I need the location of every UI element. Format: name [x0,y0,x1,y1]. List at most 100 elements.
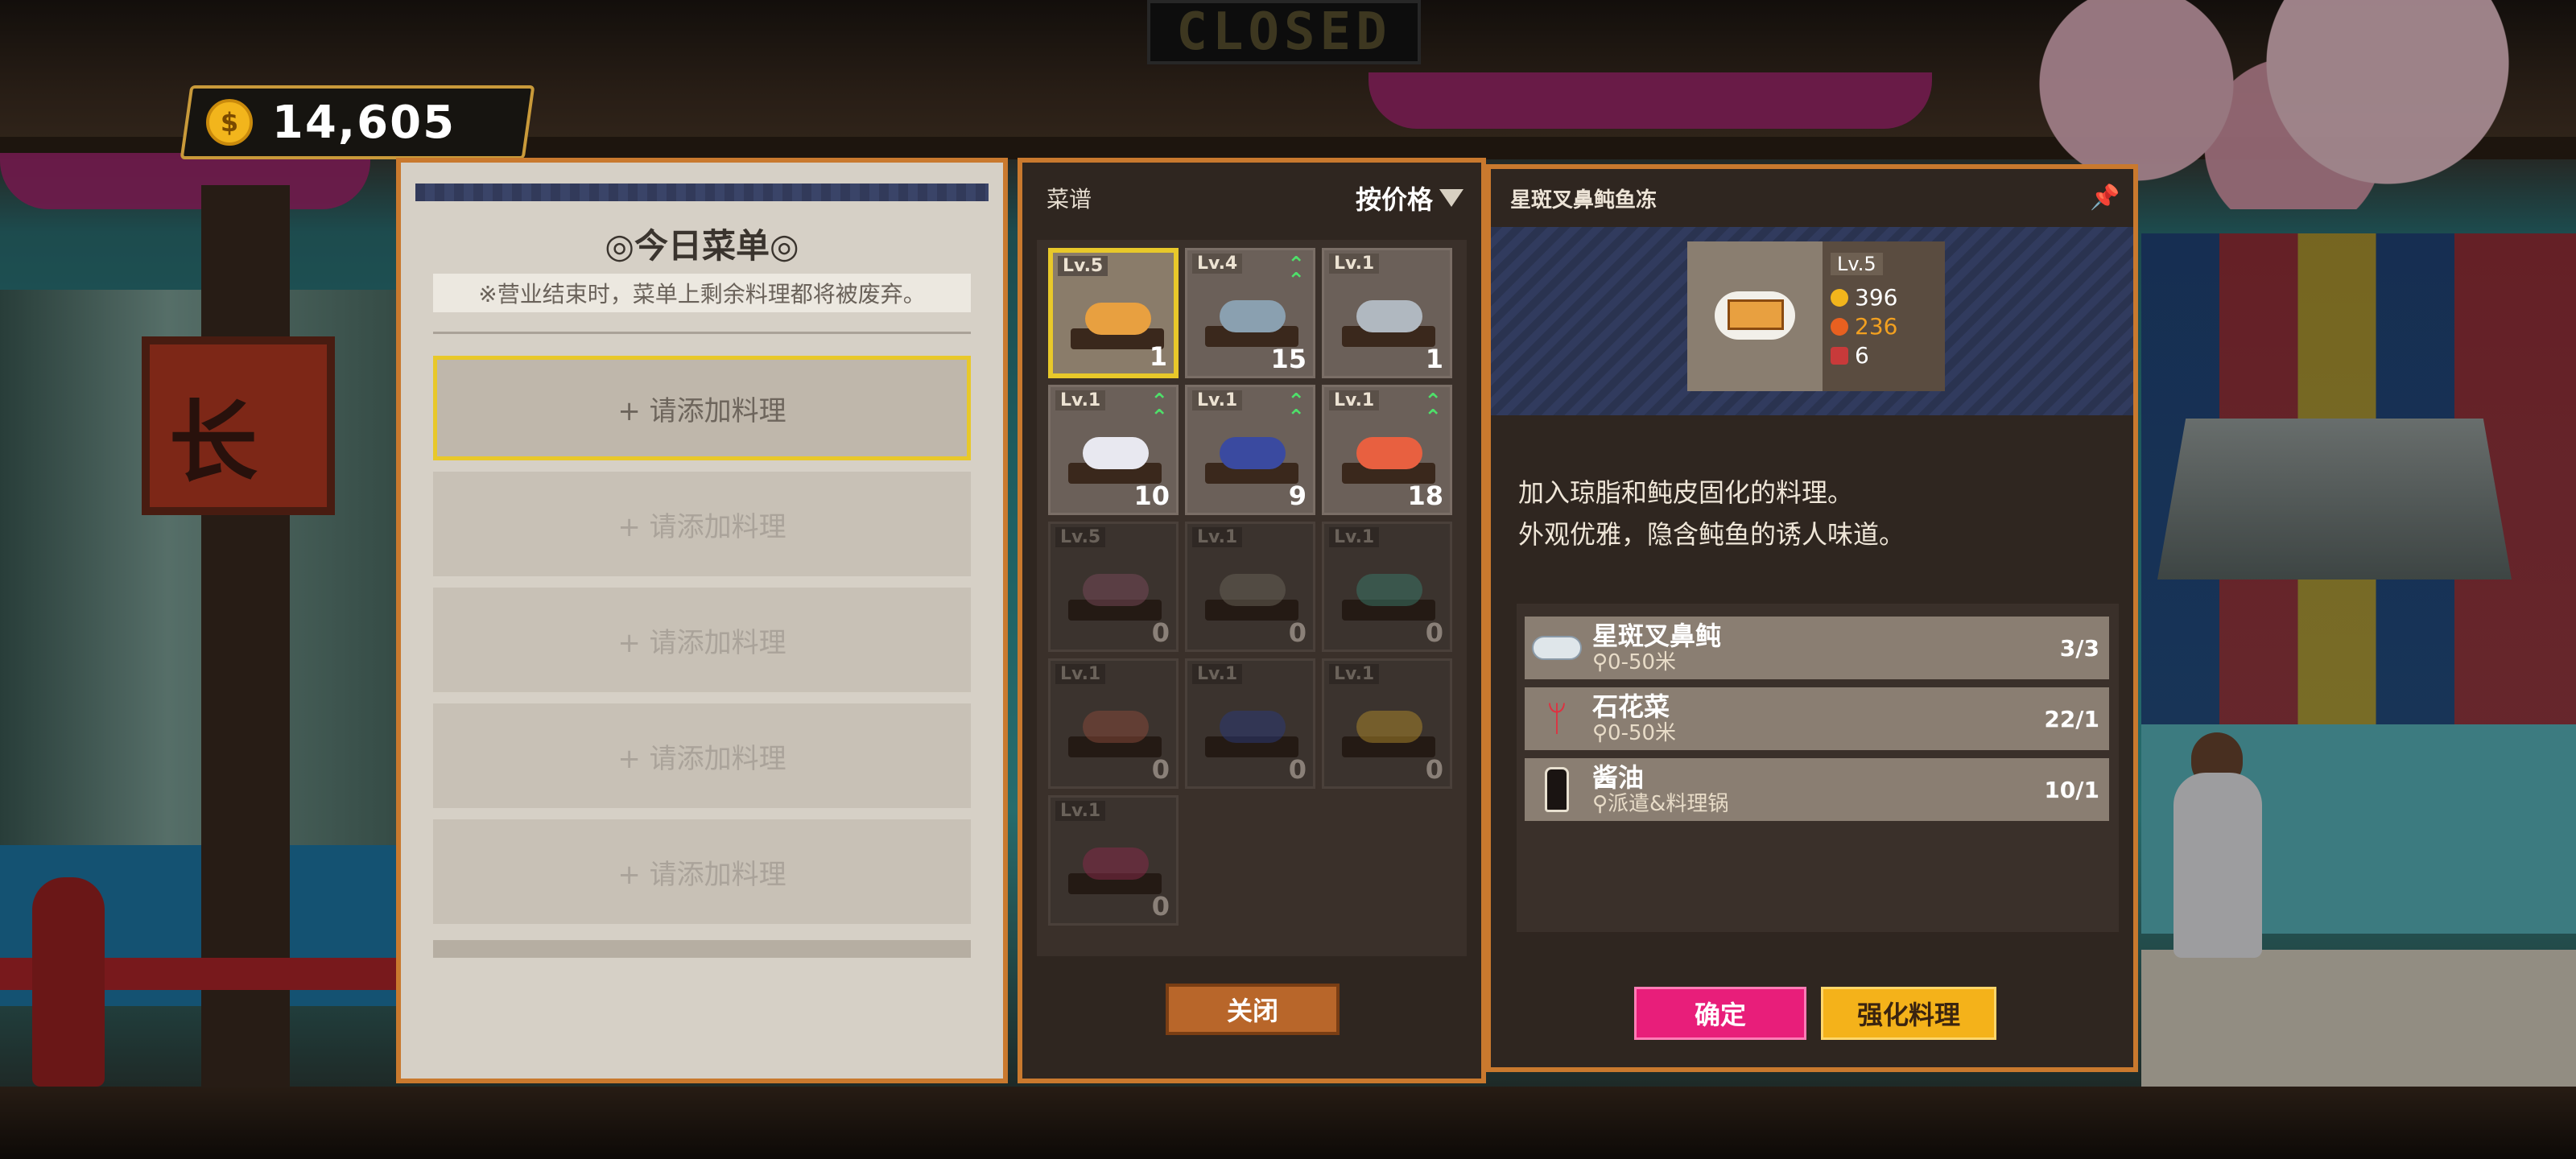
dish-jelly-icon [1728,299,1784,330]
close-button[interactable]: 关闭 [1166,984,1340,1035]
dish-card: Lv.5 396 236 6 [1687,241,1945,391]
recipe-level: Lv.1 [1192,390,1243,410]
recipe-level: Lv.1 [1055,801,1106,821]
ingredient-list: 星斑叉鼻鲀 ⚲0-50米 3/3 ᛘ 石花菜 ⚲0-50米 22/1 酱油 ⚲派… [1517,604,2119,932]
detail-banner: Lv.5 396 236 6 [1491,227,2133,415]
dish-icon [1356,300,1422,332]
recipe-cell[interactable]: Lv.1 0 [1322,522,1452,652]
dish-icon [1220,300,1286,332]
taste-value: 236 [1855,313,1898,340]
ingredient-name: 星斑叉鼻鲀 [1592,621,1722,651]
recipe-count: 0 [1425,617,1443,648]
coin-icon [1831,289,1848,307]
enhance-dish-button[interactable]: 强化料理 [1821,987,1996,1040]
recipe-cell[interactable]: Lv.5 0 [1048,522,1179,652]
sort-label: 按价格 [1355,184,1433,215]
recipe-count: 1 [1149,341,1167,372]
detail-dish-name: 星斑叉鼻鲀鱼冻 [1510,188,1657,212]
ingredient-row[interactable]: ᛘ 石花菜 ⚲0-50米 22/1 [1525,687,2109,750]
recipe-panel: 菜谱 按价格 Lv.5 1 Lv.4 ⌃ ⌃ 15 Lv.1 1 Lv.1 ⌃ ⌃ 10 Lv.1 ⌃ ⌃ 9… [1018,158,1486,1083]
servings-value: 6 [1855,342,1869,369]
dish-icon [1220,574,1286,606]
menu-scrollbar[interactable] [433,940,971,958]
recipe-count: 15 [1270,344,1307,374]
recipe-cell[interactable]: Lv.1 0 [1185,658,1315,789]
recipe-cell[interactable]: Lv.1 0 [1185,522,1315,652]
ingredient-row[interactable]: 星斑叉鼻鲀 ⚲0-50米 3/3 [1525,617,2109,679]
upgrade-arrow-icon: ⌃ ⌃ [1287,253,1305,293]
recipe-cell[interactable]: Lv.5 1 [1048,248,1179,378]
recipe-level: Lv.4 [1192,254,1243,274]
confirm-button[interactable]: 确定 [1634,987,1806,1040]
dish-level: Lv.5 [1831,253,1883,275]
menu-slot-3[interactable]: + 请添加料理 [433,588,971,692]
dish-icon [1083,574,1149,606]
recipe-level: Lv.5 [1055,527,1106,547]
price-row: 396 [1831,283,1937,312]
recipe-count: 10 [1133,481,1170,511]
recipe-cell[interactable]: Lv.1 0 [1048,658,1179,789]
menu-divider [433,332,971,334]
dish-icon [1083,848,1149,880]
ingredient-location: ⚲0-50米 [1592,650,1677,674]
location-pin-icon: ⚲ [1592,792,1608,816]
location-pin-icon: ⚲ [1592,650,1608,674]
ingredient-location: ⚲派遣&料理锅 [1592,792,1729,816]
ingredient-quantity: 22/1 [2044,705,2099,732]
ingredient-location: ⚲0-50米 [1592,721,1677,745]
recipe-count: 9 [1288,481,1307,511]
recipe-level: Lv.1 [1329,254,1380,274]
ingredient-name: 酱油 [1592,762,1645,793]
recipe-cell[interactable]: Lv.1 0 [1048,795,1179,926]
menu-slot-1[interactable]: + 请添加料理 [433,356,971,460]
recipe-count: 0 [1288,754,1307,785]
menu-note: ※营业结束时，菜单上剩余料理都将被废弃。 [433,274,971,312]
menu-slot-4[interactable]: + 请添加料理 [433,703,971,808]
recipe-cell[interactable]: Lv.1 ⌃ ⌃ 9 [1185,385,1315,515]
recipe-level: Lv.1 [1192,664,1243,684]
coin-counter: $ 14,605 [180,85,535,159]
recipe-header: 菜谱 按价格 [1022,163,1481,233]
price-value: 396 [1855,284,1898,311]
taste-icon [1831,318,1848,336]
detail-header: 星斑叉鼻鲀鱼冻 📌 [1491,169,2133,227]
sort-dropdown[interactable]: 按价格 [1356,179,1463,217]
menu-slot-2[interactable]: + 请添加料理 [433,472,971,576]
dish-icon [1356,437,1422,469]
pin-icon[interactable]: 📌 [2090,186,2120,210]
recipe-cell[interactable]: Lv.1 ⌃ ⌃ 18 [1322,385,1452,515]
dish-icon [1356,711,1422,743]
recipe-cell[interactable]: Lv.1 1 [1322,248,1452,378]
recipe-level: Lv.1 [1329,664,1380,684]
recipe-grid: Lv.5 1 Lv.4 ⌃ ⌃ 15 Lv.1 1 Lv.1 ⌃ ⌃ 10 Lv.1 ⌃ ⌃ 9 Lv.1 ⌃ ⌃ 1… [1037,240,1467,956]
recipe-cell[interactable]: Lv.1 0 [1322,658,1452,789]
ingredient-name: 石花菜 [1592,691,1670,722]
menu-slot-5[interactable]: + 请添加料理 [433,819,971,924]
ingredient-quantity: 10/1 [2044,776,2099,803]
recipe-count: 0 [1151,754,1170,785]
recipe-count: 0 [1425,754,1443,785]
dish-image [1687,241,1823,391]
recipe-count: 0 [1151,617,1170,648]
recipe-level: Lv.1 [1055,390,1106,410]
dish-icon [1220,711,1286,743]
taste-row: 236 [1831,312,1937,341]
recipe-cell[interactable]: Lv.1 ⌃ ⌃ 10 [1048,385,1179,515]
recipe-level: Lv.5 [1058,256,1108,276]
ingredient-row[interactable]: 酱油 ⚲派遣&料理锅 10/1 [1525,758,2109,821]
recipe-count: 18 [1407,481,1443,511]
description-line-1: 加入琼脂和鲀皮固化的料理。 [1518,477,1854,508]
recipe-cell[interactable]: Lv.4 ⌃ ⌃ 15 [1185,248,1315,378]
recipe-level: Lv.1 [1192,527,1243,547]
recipe-level: Lv.1 [1329,390,1380,410]
todays-menu-panel: ◎今日菜单◎ ※营业结束时，菜单上剩余料理都将被废弃。 + 请添加料理 + 请添… [396,158,1008,1083]
recipe-count: 0 [1151,891,1170,922]
seaweed-icon: ᛘ [1546,698,1568,740]
coin-value: 14,605 [272,96,456,149]
dish-icon [1220,437,1286,469]
recipe-count: 0 [1288,617,1307,648]
recipe-detail-panel: 星斑叉鼻鲀鱼冻 📌 Lv.5 396 236 6 加入琼脂和鲀皮固化的料理。 外… [1486,164,2138,1072]
servings-row: 6 [1831,341,1937,370]
dish-icon [1356,574,1422,606]
soy-sauce-icon [1528,761,1586,819]
